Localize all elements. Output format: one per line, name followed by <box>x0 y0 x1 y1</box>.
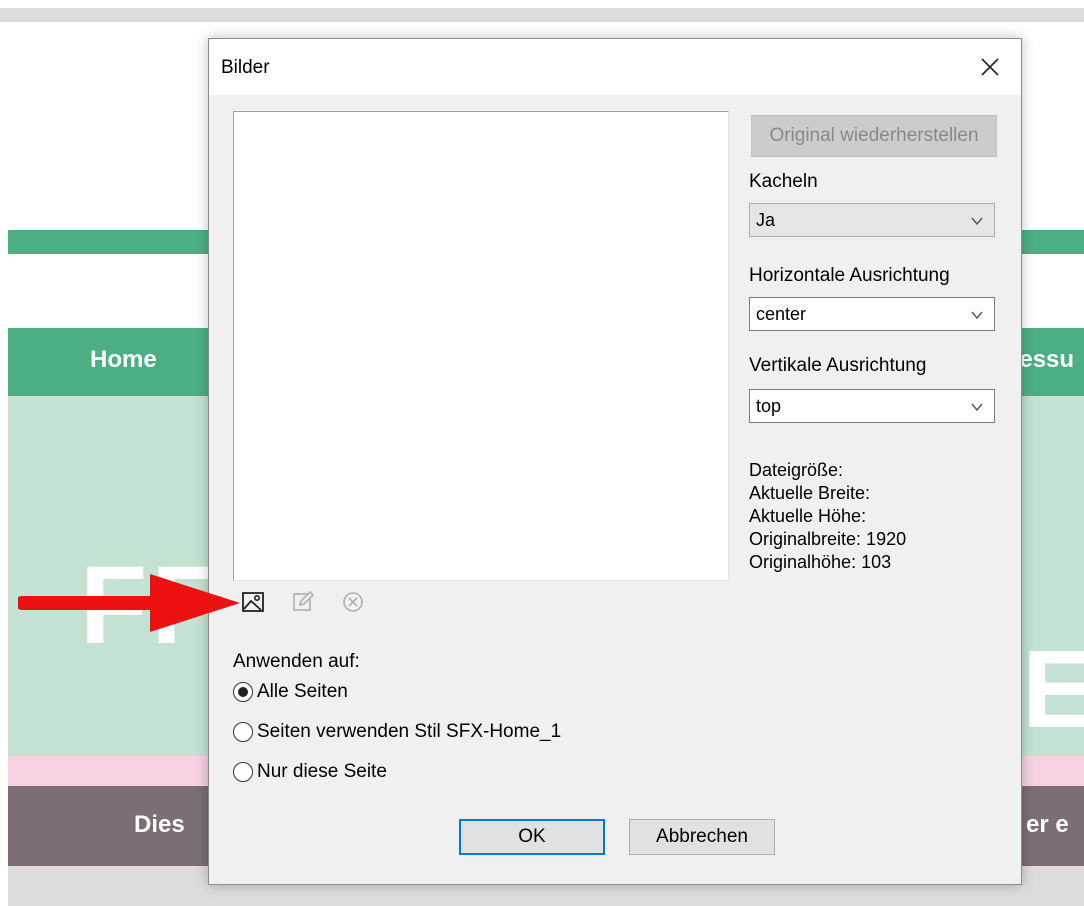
radio-label: Nur diese Seite <box>257 761 387 782</box>
ok-button[interactable]: OK <box>459 819 605 855</box>
image-toolbar <box>239 587 367 617</box>
hero-text-right: E <box>1022 628 1084 751</box>
image-preview <box>233 111 729 581</box>
radio-label: Alle Seiten <box>257 681 348 702</box>
red-arrow-icon <box>18 574 240 632</box>
current-width-text: Aktuelle Breite: <box>749 483 871 503</box>
radio-button[interactable] <box>233 762 253 782</box>
nav-item-home[interactable]: Home <box>90 346 157 374</box>
close-icon <box>981 58 999 76</box>
tiles-label: Kacheln <box>749 171 818 192</box>
chevron-down-icon <box>971 403 983 412</box>
add-image-icon <box>242 592 264 612</box>
page-top-bar <box>0 0 1084 22</box>
original-width-text: Originalbreite: 1920 <box>749 529 907 549</box>
current-height-text: Aktuelle Höhe: <box>749 506 867 526</box>
vertical-align-select[interactable]: top <box>749 389 995 423</box>
vertical-align-label: Vertikale Ausrichtung <box>749 355 927 376</box>
restore-original-button[interactable]: Original wiederherstellen <box>751 115 997 157</box>
apply-to-label: Anwenden auf: <box>233 651 360 672</box>
original-height-text: Originalhöhe: 103 <box>749 552 892 572</box>
horizontal-align-label: Horizontale Ausrichtung <box>749 265 950 286</box>
footer-text-right: er e <box>1026 811 1069 838</box>
horizontal-align-select[interactable]: center <box>749 297 995 331</box>
close-button[interactable] <box>967 47 1013 87</box>
radio-pages-with-style[interactable]: Seiten verwenden Stil SFX-Home_1 <box>233 721 561 743</box>
radio-button[interactable] <box>233 682 253 702</box>
radio-this-page-only[interactable]: Nur diese Seite <box>233 761 387 783</box>
vertical-align-value: top <box>756 395 782 416</box>
radio-label: Seiten verwenden Stil SFX-Home_1 <box>257 721 562 742</box>
file-size-text: Dateigröße: <box>749 460 844 480</box>
dialog-titlebar: Bilder <box>209 39 1021 95</box>
chevron-down-icon <box>971 311 983 320</box>
radio-all-pages[interactable]: Alle Seiten <box>233 681 348 703</box>
edit-icon <box>293 590 315 611</box>
image-info: Dateigröße: Aktuelle Breite: Aktuelle Hö… <box>749 459 906 574</box>
remove-icon <box>343 592 363 612</box>
edit-image-button[interactable] <box>289 588 317 616</box>
radio-selected-dot <box>238 687 248 697</box>
radio-button[interactable] <box>233 722 253 742</box>
footer-text-left: Dies <box>134 811 185 838</box>
cancel-button[interactable]: Abbrechen <box>629 819 775 855</box>
horizontal-align-value: center <box>756 303 807 324</box>
remove-image-button[interactable] <box>339 588 367 616</box>
tiles-value: Ja <box>756 209 776 230</box>
dialog-title: Bilder <box>221 57 270 78</box>
images-dialog: Bilder Original wiederherstellen Kacheln… <box>208 38 1022 885</box>
chevron-down-icon <box>971 217 983 226</box>
tiles-select[interactable]: Ja <box>749 203 995 237</box>
